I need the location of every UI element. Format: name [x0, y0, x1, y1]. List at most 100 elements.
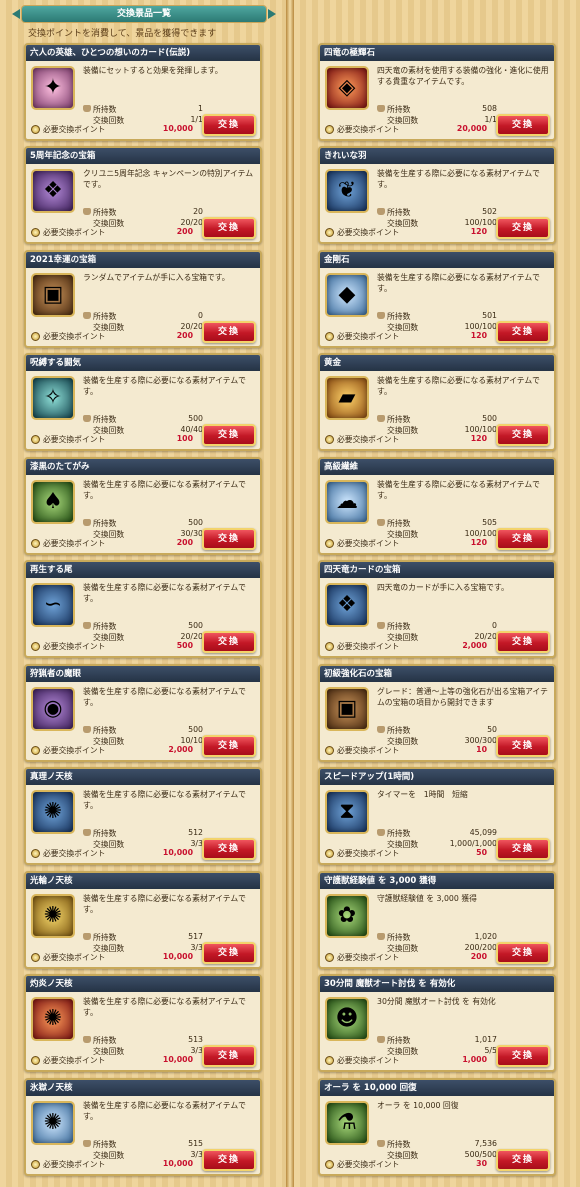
- points-value: 200: [176, 331, 193, 340]
- aura-potion-icon: ⚗: [325, 1101, 369, 1145]
- owned-row: 所持数 500: [83, 518, 203, 529]
- reward-description: 装備を生産する際に必要になる素材アイテムです。: [377, 480, 540, 500]
- exchange-button[interactable]: 交換: [202, 528, 256, 550]
- points-label: 必要交換ポイント: [43, 953, 106, 962]
- bag-icon: [83, 829, 91, 836]
- exchange-button[interactable]: 交換: [202, 321, 256, 343]
- exchange-button[interactable]: 交換: [496, 321, 550, 343]
- exchange-button[interactable]: 交換: [496, 1149, 550, 1171]
- reward-name: 呪縛する闘気: [26, 355, 260, 371]
- reward-card: 守護獣経験値 を 3,000 獲得 ✿ 守護獣経験値 を 3,000 獲得 所持数 1,…: [318, 871, 556, 969]
- coin-icon: [325, 642, 334, 651]
- coin-icon: [31, 849, 40, 858]
- owned-label: 所持数: [387, 312, 411, 321]
- aura-crystal-icon: ✧: [31, 376, 75, 420]
- reward-description: ランダムでアイテムが手に入る宝箱です。: [83, 273, 230, 282]
- guardian-exp-icon: ✿: [325, 894, 369, 938]
- exchange-button[interactable]: 交換: [202, 114, 256, 136]
- points-label: 必要交換ポイント: [43, 435, 106, 444]
- exchange-button[interactable]: 交換: [202, 838, 256, 860]
- exchange-button[interactable]: 交換: [496, 114, 550, 136]
- bag-icon: [377, 312, 385, 319]
- bag-icon: [377, 415, 385, 422]
- reward-description: 四天竜のカードが手に入る宝箱です。: [377, 583, 509, 592]
- owned-label: 所持数: [93, 415, 117, 424]
- exchange-button[interactable]: 交換: [202, 1149, 256, 1171]
- reward-name: 金剛石: [320, 252, 554, 268]
- reward-name: 5周年記念の宝箱: [26, 148, 260, 164]
- owned-value: 505: [482, 518, 497, 527]
- exchange-button[interactable]: 交換: [496, 735, 550, 757]
- exchange-button[interactable]: 交換: [202, 735, 256, 757]
- owned-row: 所持数 515: [83, 1139, 203, 1150]
- reward-card: 氷獄ノ天核 ✺ 装備を生産する際に必要になる素材アイテムです。 所持数 515 交換回数 3…: [24, 1078, 262, 1176]
- exchange-button[interactable]: 交換: [202, 1045, 256, 1067]
- owned-row: 所持数 1: [83, 104, 203, 115]
- owned-row: 所持数 7,536: [377, 1139, 497, 1150]
- count-value: 100/100: [464, 218, 497, 227]
- bag-icon: [377, 1140, 385, 1147]
- exchange-button[interactable]: 交換: [202, 631, 256, 653]
- points-label: 必要交換ポイント: [43, 1160, 106, 1169]
- treasure-chest-icon: ▣: [31, 273, 75, 317]
- reward-description: 装備を生産する際に必要になる素材アイテムです。: [377, 273, 540, 293]
- diamond-icon: ◆: [325, 273, 369, 317]
- reward-description: クリユニ5周年記念 キャンペーンの特別アイテムです。: [83, 169, 254, 189]
- exchange-button[interactable]: 交換: [496, 631, 550, 653]
- exchange-button[interactable]: 交換: [202, 942, 256, 964]
- points-label: 必要交換ポイント: [43, 642, 106, 651]
- reward-name: 再生する尾: [26, 562, 260, 578]
- bag-icon: [83, 415, 91, 422]
- exchange-button[interactable]: 交換: [496, 424, 550, 446]
- coin-icon: [31, 642, 40, 651]
- points-label: 必要交換ポイント: [43, 849, 106, 858]
- reward-description: 装備を生産する際に必要になる素材アイテムです。: [83, 376, 246, 396]
- reward-description: 装備を生産する際に必要になる素材アイテムです。: [83, 1101, 246, 1121]
- exchange-button[interactable]: 交換: [202, 217, 256, 239]
- owned-value: 501: [482, 311, 497, 320]
- exchange-button[interactable]: 交換: [202, 424, 256, 446]
- owned-label: 所持数: [387, 415, 411, 424]
- reward-card: 高級繊維 ☁ 装備を生産する際に必要になる素材アイテムです。 所持数 505 交換回数 10…: [318, 457, 556, 555]
- tail-icon: ∽: [31, 583, 75, 627]
- owned-label: 所持数: [93, 726, 117, 735]
- points-value: 120: [470, 538, 487, 547]
- points-label: 必要交換ポイント: [337, 1056, 400, 1065]
- owned-value: 1,020: [474, 932, 497, 941]
- points-value: 200: [176, 538, 193, 547]
- points-value: 10: [476, 745, 487, 754]
- reward-name: 高級繊維: [320, 459, 554, 475]
- reward-description: 装備を生産する際に必要になる素材アイテムです。: [83, 687, 246, 707]
- reward-card: きれいな羽 ❦ 装備を生産する際に必要になる素材アイテムです。 所持数 502 交換回数 1…: [318, 146, 556, 244]
- points-row: 必要交換ポイント 200: [31, 227, 203, 238]
- owned-value: 512: [188, 828, 203, 837]
- points-row: 必要交換ポイント 120: [325, 538, 497, 549]
- hero-card-icon: ✦: [31, 66, 75, 110]
- owned-value: 0: [198, 311, 203, 320]
- points-row: 必要交換ポイント 50: [325, 848, 497, 859]
- owned-row: 所持数 508: [377, 104, 497, 115]
- exchange-button[interactable]: 交換: [496, 528, 550, 550]
- owned-value: 500: [188, 414, 203, 423]
- points-value: 120: [470, 434, 487, 443]
- reward-description: 装備にセットすると効果を発揮します。: [83, 66, 223, 75]
- exchange-button[interactable]: 交換: [496, 942, 550, 964]
- coin-icon: [325, 539, 334, 548]
- points-label: 必要交換ポイント: [337, 435, 400, 444]
- bag-icon: [377, 105, 385, 112]
- fiber-icon: ☁: [325, 480, 369, 524]
- owned-label: 所持数: [93, 519, 117, 528]
- owned-label: 所持数: [387, 208, 411, 217]
- owned-label: 所持数: [387, 622, 411, 631]
- points-row: 必要交換ポイント 120: [325, 227, 497, 238]
- points-value: 10,000: [162, 848, 193, 857]
- reward-name: 狩猟者の魔眼: [26, 666, 260, 682]
- points-label: 必要交換ポイント: [43, 125, 106, 134]
- coin-icon: [31, 332, 40, 341]
- bag-icon: [83, 519, 91, 526]
- exchange-button[interactable]: 交換: [496, 1045, 550, 1067]
- owned-label: 所持数: [387, 1140, 411, 1149]
- exchange-button[interactable]: 交換: [496, 217, 550, 239]
- points-label: 必要交換ポイント: [43, 746, 106, 755]
- exchange-button[interactable]: 交換: [496, 838, 550, 860]
